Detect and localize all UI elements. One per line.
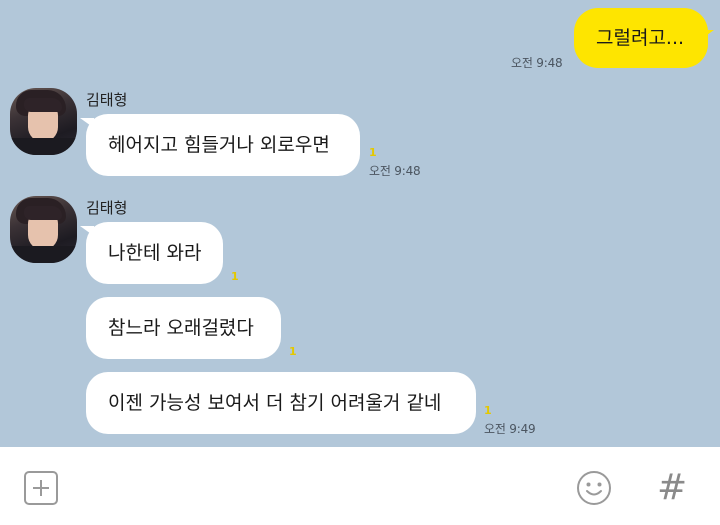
bubble-tail [700,30,714,40]
unread-count: 1 [369,146,377,159]
incoming-message-bubble[interactable]: 나한테 와라 [86,222,223,284]
incoming-message-bubble[interactable]: 헤어지고 힘들거나 외로우면 [86,114,360,176]
message-text: 헤어지고 힘들거나 외로우면 [108,134,330,156]
incoming-message-bubble[interactable]: 이젠 가능성 보여서 더 참기 어려울거 같네 [86,372,476,434]
outgoing-message-bubble[interactable]: 그럴려고... [574,8,708,68]
message-text: 참느라 오래걸렸다 [108,317,254,339]
hash-button[interactable]: # [657,468,687,508]
avatar[interactable] [10,196,77,263]
unread-count: 1 [231,270,239,283]
unread-count: 1 [289,345,297,358]
input-bar [0,447,720,525]
chat-area[interactable]: 그럴려고... 오전 9:48 김태형 헤어지고 힘들거나 외로우면 1 오전 … [0,0,720,447]
message-text: 이젠 가능성 보여서 더 참기 어려울거 같네 [108,392,442,414]
message-text: 나한테 와라 [108,242,202,264]
avatar[interactable] [10,88,77,155]
message-timestamp: 오전 9:48 [511,56,563,70]
sender-name: 김태형 [86,199,128,217]
message-timestamp: 오전 9:49 [484,422,536,436]
message-timestamp: 오전 9:48 [369,164,421,178]
sender-name: 김태형 [86,91,128,109]
plus-square-icon[interactable] [24,471,58,505]
incoming-message-bubble[interactable]: 참느라 오래걸렸다 [86,297,281,359]
smiley-icon[interactable] [576,470,612,506]
message-text: 그럴려고... [596,27,685,49]
unread-count: 1 [484,404,492,417]
